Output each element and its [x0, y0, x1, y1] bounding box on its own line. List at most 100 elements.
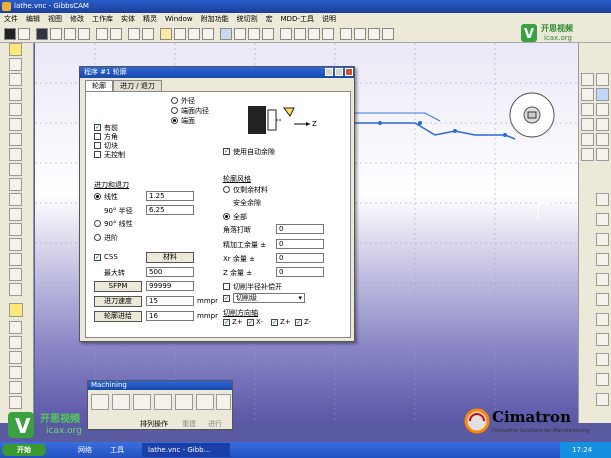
toolbar-icon-2[interactable]	[18, 28, 30, 40]
left-tool-active[interactable]	[9, 43, 22, 56]
left-tool-12[interactable]	[9, 208, 22, 221]
right-tool-11[interactable]	[581, 148, 594, 161]
left-tool-14[interactable]	[9, 238, 22, 251]
sfpm-input[interactable]: 99999	[146, 281, 194, 291]
radio-90-linear[interactable]	[94, 220, 101, 227]
close-button[interactable]	[345, 68, 353, 76]
left-tool-8[interactable]	[9, 148, 22, 161]
toolbar-icon-22[interactable]	[322, 28, 334, 40]
radio-only-rough[interactable]	[223, 186, 230, 193]
menu-view[interactable]: 视图	[44, 13, 66, 26]
left-tool-21[interactable]	[9, 351, 22, 364]
right-tool-19[interactable]	[596, 313, 609, 326]
toolbar-icon-17[interactable]	[248, 28, 260, 40]
contour-feed-button[interactable]: 轮廓进给	[94, 311, 142, 322]
right-tool-22[interactable]	[596, 373, 609, 386]
toolbar-icon-23[interactable]	[340, 28, 352, 40]
toolbar-icon-19[interactable]	[280, 28, 292, 40]
mach-tool-1[interactable]	[91, 394, 109, 410]
xr-allow-input[interactable]: 0	[276, 253, 324, 263]
toolbar-icon-21[interactable]	[308, 28, 320, 40]
mach-run-label[interactable]: 进行	[208, 419, 222, 429]
material-button[interactable]: 材料	[146, 252, 194, 263]
feed-speed-input[interactable]: 15	[146, 296, 194, 306]
right-tool-23[interactable]	[596, 393, 609, 406]
toolbar-icon-9[interactable]	[128, 28, 140, 40]
right-tool-15[interactable]	[596, 233, 609, 246]
radio-od[interactable]	[171, 97, 178, 104]
toolbar-icon-20[interactable]	[294, 28, 306, 40]
left-tool-6[interactable]	[9, 118, 22, 131]
checkbox-cut-level[interactable]: ✓	[223, 295, 230, 302]
start-button[interactable]: 开始	[2, 444, 46, 456]
mach-tool-7[interactable]	[216, 394, 231, 410]
checkbox-dir-2[interactable]: ✓	[247, 319, 254, 326]
toolbar-icon-12[interactable]	[174, 28, 186, 40]
right-tool-7[interactable]	[581, 118, 594, 131]
checkbox-nocontrol[interactable]	[94, 151, 101, 158]
right-tool-20[interactable]	[596, 333, 609, 346]
z-allow-input[interactable]: 0	[276, 267, 324, 277]
left-tool-13[interactable]	[9, 223, 22, 236]
menu-addons[interactable]: 附加功能	[197, 13, 233, 26]
tab-leadin[interactable]: 进刀 / 退刀	[113, 80, 162, 91]
left-tool-7[interactable]	[9, 133, 22, 146]
checkbox-dir-3[interactable]: ✓	[271, 319, 278, 326]
left-tool-3[interactable]	[9, 73, 22, 86]
menu-modify[interactable]: 修改	[66, 13, 88, 26]
menu-mdd[interactable]: MDD-工具	[277, 13, 318, 26]
left-tool-17[interactable]	[9, 283, 22, 296]
toolbar-icon-8[interactable]	[110, 28, 122, 40]
taskbar-item-gibbs[interactable]: lathe.vnc - Gibb...	[142, 443, 230, 457]
maximize-button[interactable]	[335, 68, 343, 76]
mach-rebuild-label[interactable]: 重建	[182, 419, 196, 429]
mach-tool-2[interactable]	[112, 394, 130, 410]
toolbar-icon-24[interactable]	[354, 28, 366, 40]
right-tool-4[interactable]	[596, 88, 609, 101]
menu-workbook[interactable]: 工作库	[88, 13, 117, 26]
checkbox-front[interactable]: ✓	[94, 124, 101, 131]
left-tool-22[interactable]	[9, 366, 22, 379]
right-tool-3[interactable]	[581, 88, 594, 101]
menu-help[interactable]: 说明	[318, 13, 340, 26]
checkbox-auto-allowance[interactable]: ✓	[223, 148, 230, 155]
checkbox-dir-4[interactable]: ✓	[295, 319, 302, 326]
menu-wizard[interactable]: 精灵	[139, 13, 161, 26]
left-tool-9[interactable]	[9, 163, 22, 176]
right-tool-13[interactable]	[596, 193, 609, 206]
right-tool-14[interactable]	[596, 213, 609, 226]
menu-cut[interactable]: 统切割	[233, 13, 262, 26]
checkbox-dir-1[interactable]: ✓	[223, 319, 230, 326]
toolbar-icon-7[interactable]	[96, 28, 108, 40]
toolbar-icon-5[interactable]	[64, 28, 76, 40]
right-tool-2[interactable]	[596, 73, 609, 86]
checkbox-cut-comp[interactable]	[223, 283, 230, 290]
checkbox-css[interactable]: ✓	[94, 254, 101, 261]
radio-advance[interactable]	[94, 234, 101, 241]
right-tool-9[interactable]	[581, 133, 594, 146]
finish-allow-input[interactable]: 0	[276, 239, 324, 249]
mach-tool-3[interactable]	[133, 394, 151, 410]
toolbar-icon-14[interactable]	[202, 28, 214, 40]
radio-all[interactable]	[223, 213, 230, 220]
right-tool-18[interactable]	[596, 293, 609, 306]
menu-window[interactable]: Window	[161, 13, 197, 26]
toolbar-icon-15[interactable]	[220, 28, 232, 40]
mach-tool-4[interactable]	[154, 394, 172, 410]
mach-tool-5[interactable]	[175, 394, 193, 410]
toolbar-icon-4[interactable]	[50, 28, 62, 40]
contour-feed-input[interactable]: 16	[146, 311, 194, 321]
right-tool-8[interactable]	[596, 118, 609, 131]
right-tool-5[interactable]	[581, 103, 594, 116]
right-tool-12[interactable]	[596, 148, 609, 161]
radio-face-id[interactable]	[171, 107, 178, 114]
left-tool-machining[interactable]	[9, 303, 23, 317]
left-tool-19[interactable]	[9, 321, 22, 334]
right-tool-10[interactable]	[596, 133, 609, 146]
left-tool-5[interactable]	[9, 103, 22, 116]
toolbar-icon-18[interactable]	[262, 28, 274, 40]
right-tool-1[interactable]	[581, 73, 594, 86]
left-tool-4[interactable]	[9, 88, 22, 101]
left-tool-11[interactable]	[9, 193, 22, 206]
cut-level-select[interactable]: 切削级 ▾	[233, 293, 305, 303]
